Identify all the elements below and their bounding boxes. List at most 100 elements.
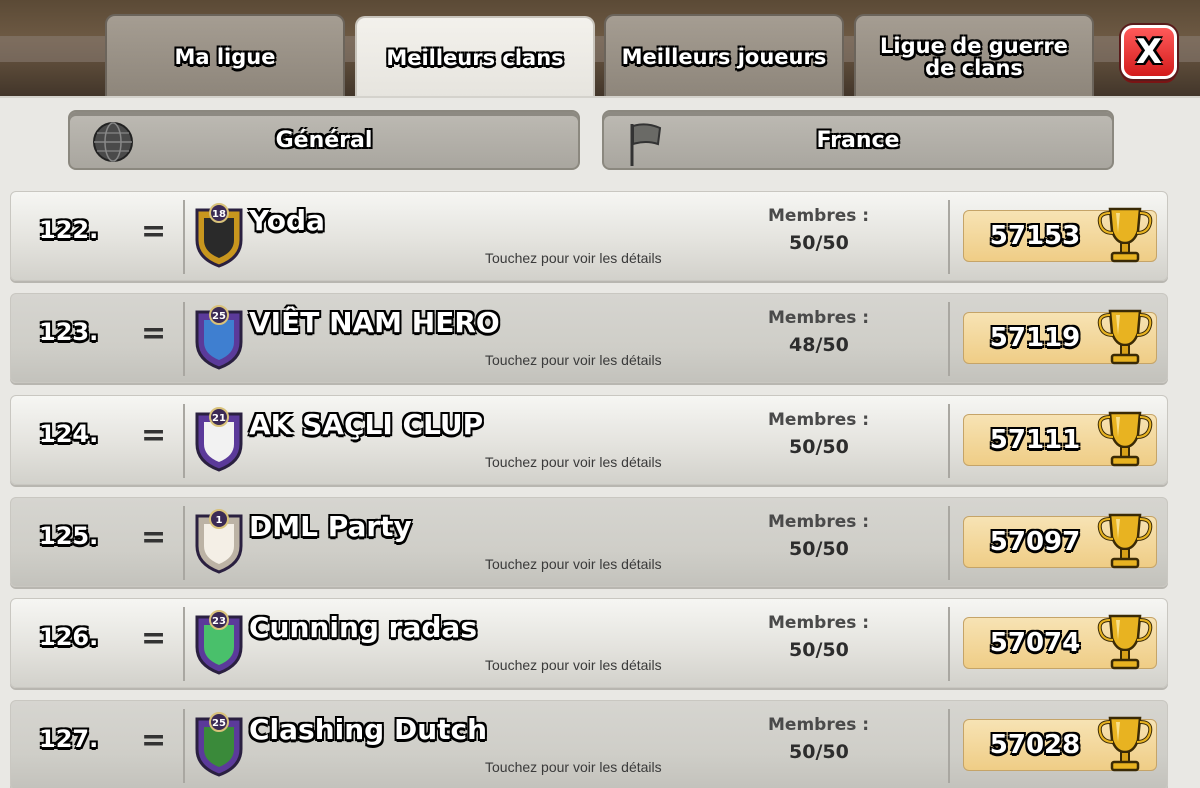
trophy-box: 57028 [963,716,1157,772]
tab-ligue-guerre-clans[interactable]: Ligue de guerre de clans [854,14,1094,98]
trophy-count: 57153 [989,221,1081,251]
clan-row[interactable]: 124. = 21 AK SAÇLI CLUP Touchez pour voi… [10,395,1168,485]
clan-badge-icon: 23 [195,610,243,675]
trophy-count: 57119 [989,323,1081,353]
divider [183,607,185,681]
svg-text:21: 21 [212,413,226,424]
clan-name: AK SAÇLI CLUP [249,408,484,441]
details-hint: Touchez pour voir les détails [485,556,662,572]
clan-row[interactable]: 126. = 23 Cunning radas Touchez pour voi… [10,598,1168,688]
divider [183,709,185,783]
clan-row[interactable]: 123. = 25 VIÊT NAM HERO Touchez pour voi… [10,293,1168,383]
members-count: 50/50 [789,741,849,763]
trophy-count: 57028 [989,730,1081,760]
close-button[interactable]: X [1121,25,1177,79]
clan-name: Yoda [249,204,325,237]
divider [948,506,950,580]
members-label: Membres : [768,410,870,430]
tab-meilleurs-clans[interactable]: Meilleurs clans [355,16,595,98]
members-count: 50/50 [789,538,849,560]
members-label: Membres : [768,512,870,532]
trophy-box: 57074 [963,614,1157,670]
trophy-count: 57074 [989,628,1081,658]
divider [948,302,950,376]
clan-rank: 124. [39,420,99,448]
trophy-count: 57111 [989,425,1081,455]
clan-rank: 122. [39,216,99,244]
divider [948,404,950,478]
clan-badge-icon: 1 [195,509,243,574]
tab-ma-ligue[interactable]: Ma ligue [105,14,345,98]
rank-trend-equal-icon: = [141,418,167,453]
members-label: Membres : [768,715,870,735]
clan-row[interactable]: 125. = 1 DML Party Touchez pour voir les… [10,497,1168,587]
clan-name: Cunning radas [249,611,477,644]
svg-text:18: 18 [212,209,226,220]
flag-icon [630,123,662,166]
divider [948,607,950,681]
trophy-box: 57111 [963,411,1157,467]
divider [183,404,185,478]
details-hint: Touchez pour voir les détails [485,352,662,368]
clan-rank: 125. [39,522,99,550]
tab-label: Ligue de guerre de clans [880,34,1068,80]
trophy-icon [1097,614,1153,670]
clan-name: Clashing Dutch [249,713,488,746]
svg-text:25: 25 [212,311,226,322]
tab-label: Meilleurs clans [386,46,564,70]
rank-trend-equal-icon: = [141,723,167,758]
filter-global-label: Général [275,127,373,153]
members-label: Membres : [768,308,870,328]
filter-local-label: France [816,127,900,153]
trophy-box: 57153 [963,207,1157,263]
details-hint: Touchez pour voir les détails [485,454,662,470]
rank-trend-equal-icon: = [141,621,167,656]
trophy-icon [1097,513,1153,569]
members-count: 50/50 [789,639,849,661]
trophy-icon [1097,716,1153,772]
clan-badge-icon: 25 [195,305,243,370]
members-count: 50/50 [789,232,849,254]
rank-trend-equal-icon: = [141,520,167,555]
filter-global-button[interactable]: Général [68,110,580,170]
clan-badge-icon: 18 [195,203,243,268]
globe-icon [93,122,133,162]
divider [183,200,185,274]
clan-name: DML Party [249,510,412,543]
divider [948,709,950,783]
tab-label: Ma ligue [174,45,276,69]
tab-meilleurs-joueurs[interactable]: Meilleurs joueurs [604,14,844,98]
clan-rank: 127. [39,725,99,753]
divider [948,200,950,274]
members-count: 48/50 [789,334,849,356]
details-hint: Touchez pour voir les détails [485,759,662,775]
divider [183,302,185,376]
clan-rank: 123. [39,318,99,346]
members-label: Membres : [768,206,870,226]
details-hint: Touchez pour voir les détails [485,657,662,673]
clan-row[interactable]: 127. = 25 Clashing Dutch Touchez pour vo… [10,700,1168,788]
trophy-count: 57097 [989,527,1081,557]
tab-label: Meilleurs joueurs [621,45,827,69]
trophy-icon [1097,309,1153,365]
trophy-icon [1097,207,1153,263]
clan-rank: 126. [39,623,99,651]
filter-local-button[interactable]: France [602,110,1114,170]
details-hint: Touchez pour voir les détails [485,250,662,266]
clan-badge-icon: 25 [195,712,243,777]
trophy-box: 57119 [963,309,1157,365]
clan-name: VIÊT NAM HERO [249,306,500,339]
rank-trend-equal-icon: = [141,214,167,249]
clan-row[interactable]: 122. = 18 Yoda Touchez pour voir les dét… [10,191,1168,281]
trophy-icon [1097,411,1153,467]
members-label: Membres : [768,613,870,633]
svg-text:25: 25 [212,718,226,729]
svg-text:1: 1 [216,515,223,526]
close-icon: X [1135,32,1163,72]
clan-badge-icon: 21 [195,407,243,472]
rank-trend-equal-icon: = [141,316,167,351]
divider [183,506,185,580]
svg-text:23: 23 [212,616,226,627]
members-count: 50/50 [789,436,849,458]
trophy-box: 57097 [963,513,1157,569]
